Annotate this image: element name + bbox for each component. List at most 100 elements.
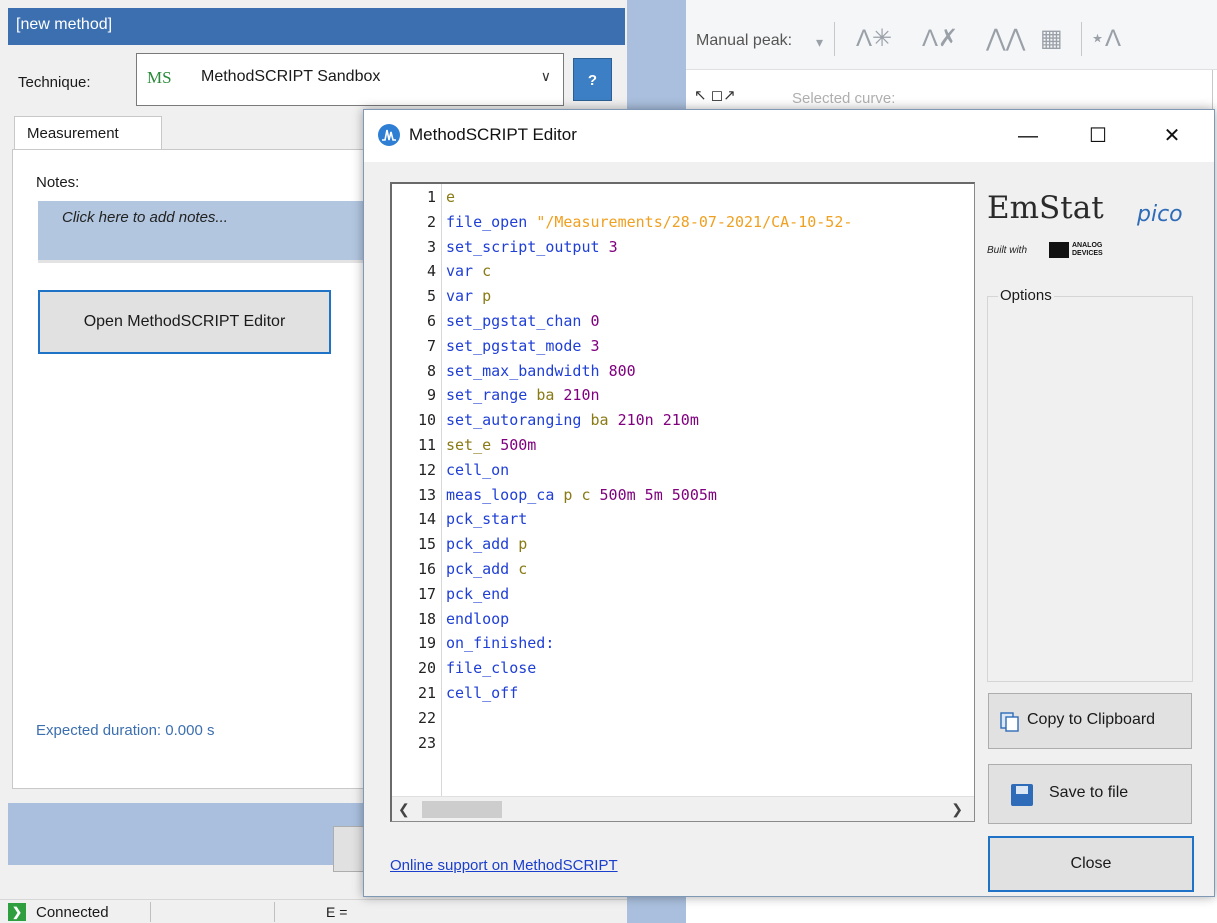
code-text: file_open "/Measurements/28-07-2021/CA-1… (446, 213, 852, 231)
line-number: 9 (426, 386, 436, 405)
code-text: cell_on (446, 461, 509, 479)
code-line[interactable]: 14 pck_start (392, 510, 527, 535)
emstat-pico-logo: EmStat pico Built with ANALOG DEVICES (987, 190, 1207, 270)
technique-select[interactable]: MS MethodSCRIPT Sandbox ∨ (136, 53, 564, 106)
tab-measurement[interactable]: Measurement (14, 116, 162, 150)
peak-star-icon[interactable]: ⋆Λ (1090, 24, 1121, 53)
code-token: meas_loop_ca (446, 485, 564, 504)
editor-titlebar[interactable]: MethodSCRIPT Editor — ☐ ✕ (364, 110, 1214, 162)
peak-calendar-icon[interactable]: ▦ (1040, 24, 1063, 53)
code-text: set_max_bandwidth 800 (446, 362, 636, 380)
line-number: 2 (426, 212, 436, 231)
line-number: 8 (426, 361, 436, 380)
scroll-thumb[interactable] (422, 801, 502, 818)
code-line[interactable]: 1e (392, 188, 455, 213)
open-editor-button[interactable]: Open MethodSCRIPT Editor (38, 290, 331, 354)
code-text: meas_loop_ca p c 500m 5m 5005m (446, 486, 717, 504)
code-line[interactable]: 12 cell_on (392, 461, 509, 486)
code-line[interactable]: 6 set_pgstat_chan 0 (392, 312, 600, 337)
notes-input[interactable]: Click here to add notes... (38, 201, 368, 263)
clipboard-icon (1000, 712, 1019, 732)
code-token: 800 (608, 361, 636, 380)
code-text: file_close (446, 659, 536, 677)
code-token: set_pgstat_mode (446, 336, 591, 355)
code-line[interactable]: 4 var c (392, 262, 491, 287)
close-button[interactable]: Close (988, 836, 1194, 892)
scroll-right-icon[interactable]: ❯ (951, 801, 963, 818)
line-number: 5 (426, 287, 436, 306)
expected-duration: Expected duration: 0.000 s (36, 722, 215, 739)
code-line[interactable]: 3 set_script_output 3 (392, 237, 618, 263)
maximize-button[interactable]: ☐ (1078, 118, 1118, 154)
code-line[interactable]: 8 set_max_bandwidth 800 (392, 361, 636, 387)
code-line[interactable]: 15 pck_add p (392, 535, 527, 560)
code-text: on_finished: (446, 634, 554, 652)
code-text: set_pgstat_mode 3 (446, 337, 600, 355)
code-token: file_open (446, 212, 537, 231)
code-line[interactable]: 23 (392, 734, 436, 759)
analog-devices-text: ANALOG DEVICES (1072, 242, 1103, 257)
code-line[interactable]: 11 set_e 500m (392, 436, 536, 461)
minimize-button[interactable]: — (1008, 118, 1048, 154)
save-to-file-button[interactable]: Save to file (988, 764, 1192, 824)
line-number: 17 (417, 584, 436, 603)
bottom-action-bar (8, 803, 388, 865)
line-number: 23 (417, 733, 436, 752)
online-support-link[interactable]: Online support on MethodSCRIPT (390, 857, 618, 874)
code-line[interactable]: 21 cell_off (392, 684, 518, 709)
code-token: on_finished: (446, 634, 555, 653)
code-text: set_e 500m (446, 436, 536, 454)
code-token: set_autoranging (446, 411, 591, 430)
app-icon (378, 124, 400, 146)
code-line[interactable]: 17 pck_end (392, 584, 509, 610)
code-token: 3 (608, 237, 618, 256)
resize-icon[interactable]: ↖ ◻↗ (694, 86, 736, 104)
notes-label: Notes: (36, 174, 80, 191)
scroll-left-icon[interactable]: ❮ (398, 801, 410, 818)
code-token: pck_add (446, 535, 519, 554)
code-text: set_script_output 3 (446, 238, 618, 256)
code-line[interactable]: 9 set_range ba 210n (392, 386, 600, 411)
code-text: pck_add p (446, 535, 527, 553)
line-number: 6 (426, 312, 436, 330)
remove-peak-icon[interactable]: Λ✗ (922, 24, 958, 53)
line-number: 1 (426, 188, 436, 206)
code-line[interactable]: 2 file_open "/Measurements/28-07-2021/CA-… (392, 212, 852, 238)
toolbar-divider (834, 22, 835, 56)
code-token: pck_add (446, 560, 519, 578)
code-token: c (518, 560, 528, 578)
code-editor[interactable]: 1 e 2 file_open "/Measurements/28-07-2021/C… (390, 182, 975, 822)
line-number: 22 (417, 708, 436, 727)
code-token: 500m 5m 5005m (599, 485, 717, 504)
code-line[interactable]: 22 (392, 709, 436, 734)
peak-shape-icon[interactable]: ⋀⋀ (986, 24, 1025, 53)
code-text: endloop (446, 610, 509, 628)
help-button[interactable]: ? (573, 58, 612, 101)
code-text: pck_end (446, 585, 509, 603)
code-token: c (482, 262, 492, 281)
code-token: set_max_bandwidth (446, 361, 609, 380)
code-token: p c (563, 485, 600, 504)
code-line[interactable]: 16 pck_add c (392, 560, 527, 585)
line-number: 10 (417, 411, 436, 430)
analog-devices-icon (1049, 242, 1069, 258)
code-token: set_range (446, 386, 537, 405)
add-peak-icon[interactable]: Λ✳ (856, 24, 892, 53)
options-label: Options (998, 287, 1054, 304)
chevron-down-icon[interactable]: ▾ (816, 34, 823, 51)
line-number: 21 (417, 684, 436, 702)
code-text: set_pgstat_chan 0 (446, 312, 600, 330)
code-line[interactable]: 18 endloop (392, 610, 509, 635)
horizontal-scrollbar[interactable]: ❮ ❯ (392, 796, 974, 821)
code-line[interactable]: 19 on_finished: (392, 634, 554, 659)
code-token: endloop (446, 609, 510, 628)
code-line[interactable]: 7 set_pgstat_mode 3 (392, 337, 600, 362)
code-line[interactable]: 10 set_autoranging ba 210n 210m (392, 411, 699, 436)
code-line[interactable]: 20 file_close (392, 659, 536, 684)
copy-to-clipboard-button[interactable]: Copy to Clipboard (988, 693, 1192, 749)
code-line[interactable]: 5 var p (392, 287, 491, 312)
window-close-button[interactable]: ✕ (1152, 118, 1192, 154)
methodscript-icon: MS (147, 68, 172, 87)
line-number: 3 (426, 237, 436, 256)
code-line[interactable]: 13 meas_loop_ca p c 500m 5m 5005m (392, 486, 717, 511)
